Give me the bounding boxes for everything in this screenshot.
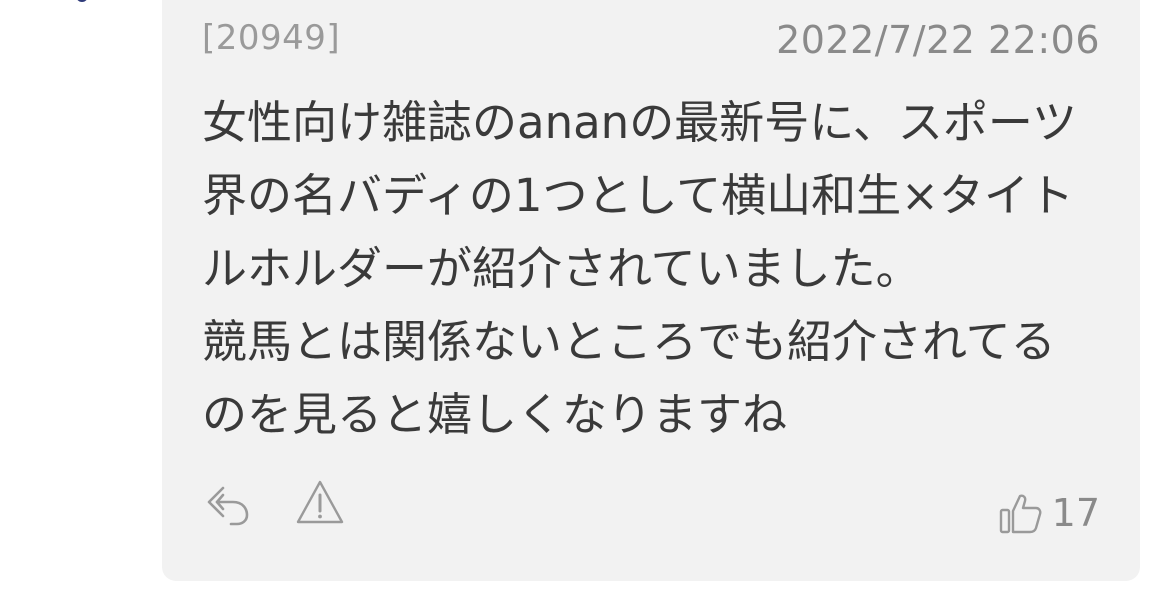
comment-page: [20949] 2022/7/22 22:06 女性向け雑誌のananの最新号に… — [0, 0, 1170, 589]
thumbs-up-icon — [999, 494, 1042, 534]
reply-icon[interactable] — [205, 482, 253, 530]
like-count: 17 — [1051, 491, 1100, 535]
comment-body: 女性向け雑誌のananの最新号に、スポーツ界の名バディの1つとして横山和生×タイ… — [202, 96, 1077, 441]
warning-icon[interactable] — [295, 478, 345, 526]
avatar[interactable] — [62, 0, 106, 6]
comment-date: 2022/7/22 22:06 — [776, 18, 1100, 62]
like-button[interactable]: 17 — [998, 488, 1100, 538]
comment-id: [20949] — [202, 18, 341, 58]
comment-card: [20949] 2022/7/22 22:06 女性向け雑誌のananの最新号に… — [162, 0, 1140, 581]
